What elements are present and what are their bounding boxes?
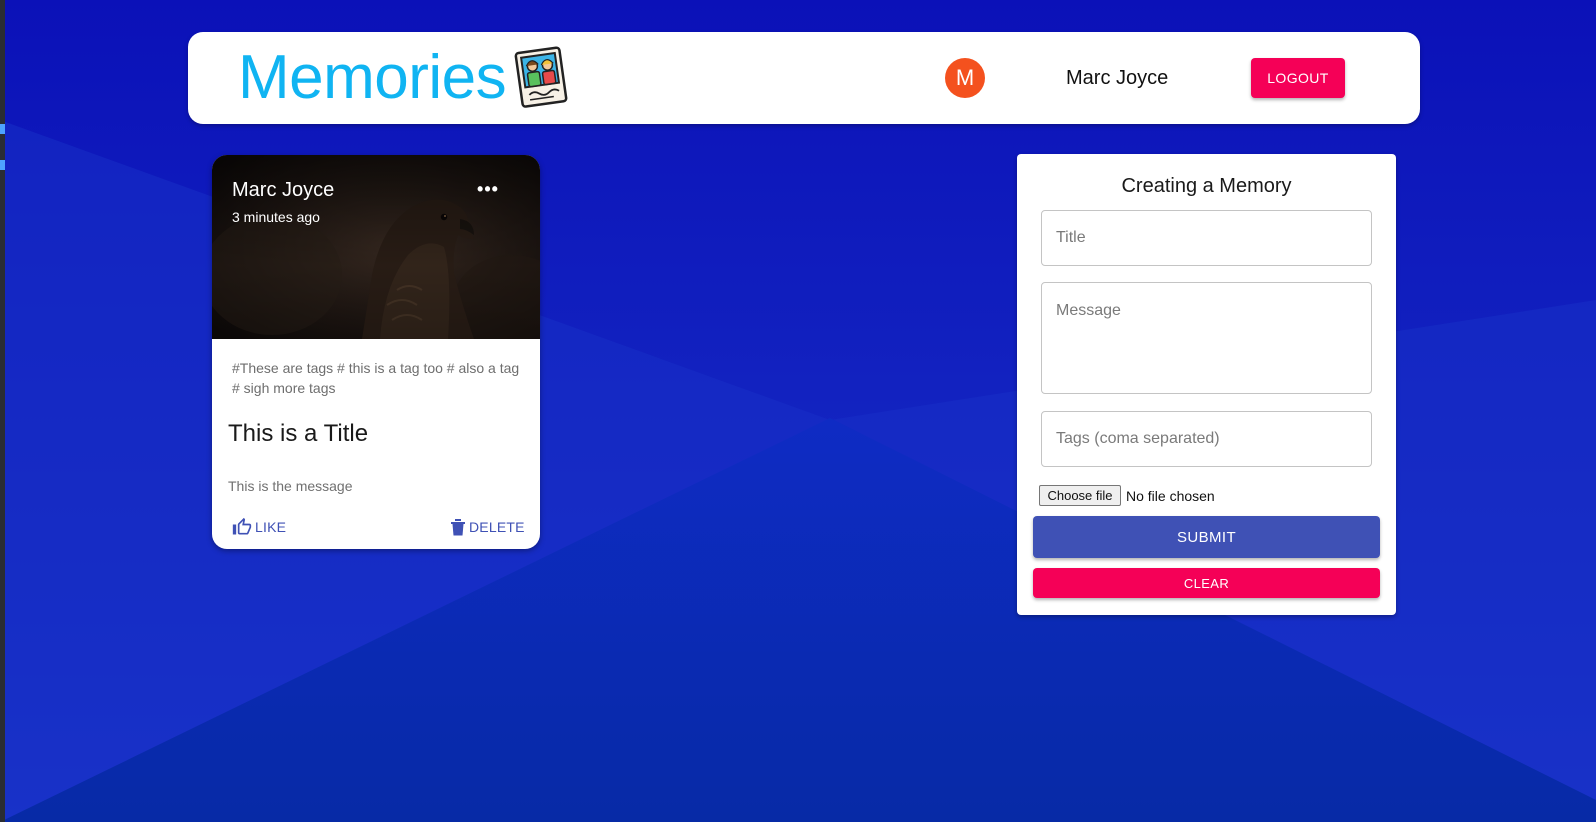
user-name: Marc Joyce — [1066, 67, 1169, 89]
trash-icon — [451, 519, 465, 536]
like-button[interactable]: LIKE — [232, 515, 286, 539]
photo-of-people-icon — [514, 46, 568, 108]
clear-button[interactable]: CLEAR — [1033, 568, 1380, 598]
app-bar: Memories M Marc Joyce LOGOUT — [188, 32, 1420, 124]
post-title: This is a Title — [228, 420, 369, 447]
brand-title[interactable]: Memories — [238, 42, 507, 114]
window-edge — [0, 0, 5, 822]
avatar[interactable]: M — [945, 58, 985, 98]
logout-button[interactable]: LOGOUT — [1251, 58, 1345, 98]
post-message: This is the message — [228, 478, 353, 494]
memory-form: Creating a Memory Choose file No file ch… — [1017, 154, 1396, 615]
delete-label: DELETE — [469, 519, 525, 535]
like-label: LIKE — [255, 519, 287, 535]
file-status: No file chosen — [1126, 487, 1215, 504]
tags-input[interactable] — [1041, 411, 1372, 467]
post-time: 3 minutes ago — [232, 209, 320, 225]
thumb-up-icon — [232, 517, 252, 535]
post-tags: #These are tags # this is a tag too # al… — [232, 360, 520, 396]
message-input[interactable] — [1041, 282, 1372, 394]
delete-button[interactable]: DELETE — [450, 515, 525, 539]
memory-card: Marc Joyce 3 minutes ago ••• #These are … — [212, 155, 540, 549]
form-heading: Creating a Memory — [1121, 175, 1292, 197]
file-picker: Choose file No file chosen — [1039, 485, 1215, 506]
title-input[interactable] — [1041, 210, 1372, 266]
post-author: Marc Joyce — [232, 179, 335, 201]
more-options-icon[interactable]: ••• — [474, 179, 502, 199]
card-media: Marc Joyce 3 minutes ago ••• — [212, 155, 540, 339]
submit-button[interactable]: SUBMIT — [1033, 516, 1380, 558]
choose-file-button[interactable]: Choose file — [1039, 485, 1121, 506]
